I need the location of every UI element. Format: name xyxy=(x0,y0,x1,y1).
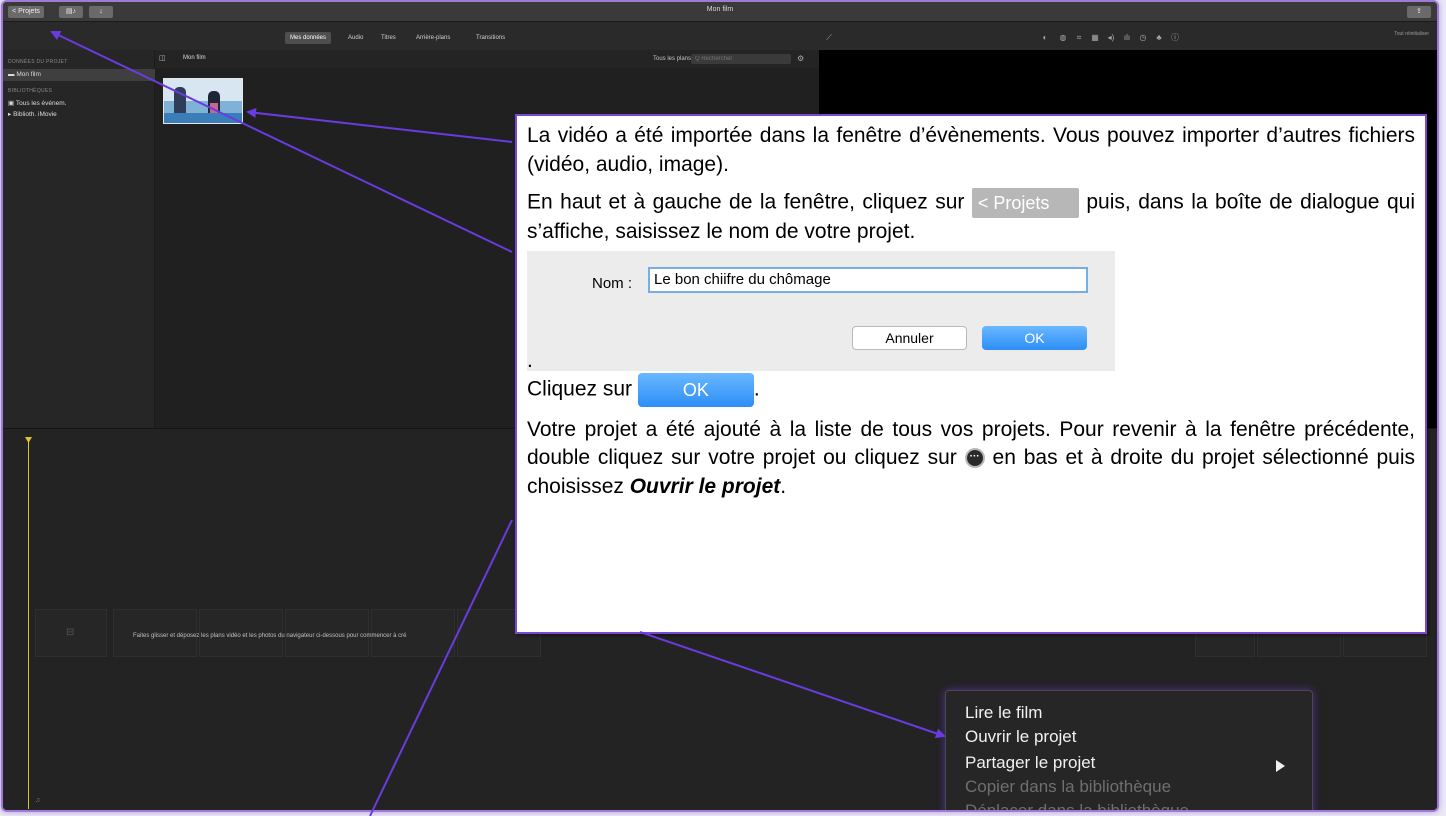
inline-projets-button: < Projets xyxy=(971,188,1079,218)
video-clip-thumbnail[interactable] xyxy=(163,78,243,124)
tab-transitions[interactable]: Transitions xyxy=(471,32,510,44)
inline-ok-button: OK xyxy=(637,372,754,407)
info-icon[interactable]: ⓘ xyxy=(1171,34,1179,42)
menu-item-share-project[interactable]: Partager le projet xyxy=(965,753,1095,773)
cancel-button[interactable]: Annuler xyxy=(852,325,967,350)
callout-text: . xyxy=(753,377,760,401)
timeline-drop-hint: Faites glisser et déposez les plans vidé… xyxy=(133,633,407,639)
callout-text: Cliquez sur xyxy=(527,377,633,401)
callout-emphasis: Ouvrir le projet xyxy=(629,474,781,498)
sidebar-item-label: Tous les événem. xyxy=(15,100,67,107)
libraries-heading: BIBLIOTHÈQUES xyxy=(8,88,53,94)
tab-arriere-plans[interactable]: Arrière-plans xyxy=(411,32,455,44)
clip-filter-icon[interactable]: ♣ xyxy=(1155,34,1163,42)
sidebar-toggle-icon[interactable]: ◫ xyxy=(159,54,166,62)
project-context-menu: Lire le film Ouvrir le projet Partager l… xyxy=(945,690,1313,812)
noise-reduction-icon[interactable]: ılı xyxy=(1123,34,1131,42)
title-bar: < Projets ▤♪ ↓ Mon film ⇪ xyxy=(3,2,1437,22)
magic-wand-icon[interactable]: ⟋ xyxy=(825,34,833,42)
dialog-ok-button[interactable]: OK xyxy=(982,325,1087,350)
callout-paragraph-ok: Cliquez sur OK. xyxy=(527,372,1415,407)
libraries-sidebar: DONNÉES DU PROJET ▬ Mon film BIBLIOTHÈQU… xyxy=(3,50,155,428)
callout-text: . xyxy=(780,474,787,498)
volume-icon[interactable]: ◂) xyxy=(1107,34,1115,42)
instruction-callout: La vidéo a été importée dans la fenêtre … xyxy=(515,114,1427,634)
sidebar-item-mon-film[interactable]: ▬ Mon film xyxy=(3,69,155,81)
star-icon: ▣ xyxy=(8,100,16,107)
color-balance-icon[interactable]: ◐ xyxy=(1041,34,1049,42)
menu-item-open-project[interactable]: Ouvrir le projet xyxy=(965,727,1076,747)
media-tab-bar: Mes données Audio Titres Arrière-plans T… xyxy=(3,22,819,50)
project-name-field[interactable]: Le bon chiifre du chômage xyxy=(648,266,1088,293)
callout-text: En haut et à gauche de la fenêtre, cliqu… xyxy=(527,190,965,214)
window-title: Mon film xyxy=(706,6,734,13)
callout-paragraph-import: La vidéo a été importée dans la fenêtre … xyxy=(527,124,1415,176)
sidebar-item-imovie-library[interactable]: ▸ Biblioth. iMovie xyxy=(3,109,155,121)
crop-icon[interactable]: ⌗ xyxy=(1075,34,1083,42)
more-options-icon: ··· xyxy=(964,448,985,469)
settings-gear-icon[interactable]: ⚙ xyxy=(797,54,804,63)
imovie-window: < Projets ▤♪ ↓ Mon film ⇪ Mes données Au… xyxy=(1,0,1439,812)
menu-item-play-movie[interactable]: Lire le film xyxy=(965,703,1042,723)
sidebar-item-label: Mon film xyxy=(16,71,41,78)
music-note-icon: ♫ xyxy=(35,797,41,804)
viewer-toolbar: ⟋ ◐ ◍ ⌗ ▦ ◂) ılı ◷ ♣ ⓘ Tout réinitialise… xyxy=(819,22,1437,50)
menu-item-move-to-library: Déplacer dans la bibliothèque xyxy=(965,801,1189,812)
submenu-arrow-icon xyxy=(1276,760,1285,772)
callout-paragraph-projects: En haut et à gauche de la fenêtre, cliqu… xyxy=(527,188,1415,247)
playhead[interactable] xyxy=(28,439,29,809)
search-input[interactable] xyxy=(691,54,791,64)
drop-cell: ⊟ xyxy=(35,609,107,657)
tab-mes-donnees[interactable]: Mes données xyxy=(285,32,332,44)
tab-audio[interactable]: Audio xyxy=(343,32,368,44)
tab-titres[interactable]: Titres xyxy=(376,32,401,44)
project-data-heading: DONNÉES DU PROJET xyxy=(8,59,68,65)
name-label: Nom : xyxy=(592,274,633,292)
speed-icon[interactable]: ◷ xyxy=(1139,34,1147,42)
menu-item-copy-to-library: Copier dans la bibliothèque xyxy=(965,777,1172,796)
stabilize-icon[interactable]: ▦ xyxy=(1091,34,1099,42)
playhead-marker-icon[interactable] xyxy=(25,437,32,443)
project-name-dialog: Nom : Le bon chiifre du chômage Annuler … xyxy=(527,250,1115,372)
browser-title: Mon film xyxy=(183,55,206,61)
callout-dot: . xyxy=(527,348,533,372)
reset-all-button[interactable]: Tout réinitialiser xyxy=(1389,31,1429,37)
browser-header: ◫ Mon film Tous les plans ◇ ⚙ xyxy=(155,50,819,68)
lock-icon: ⊟ xyxy=(66,627,75,638)
color-correction-icon[interactable]: ◍ xyxy=(1059,34,1067,42)
callout-paragraph-open: Votre projet a été ajouté à la liste de … xyxy=(527,416,1415,502)
share-icon[interactable]: ⇪ xyxy=(1407,6,1431,18)
